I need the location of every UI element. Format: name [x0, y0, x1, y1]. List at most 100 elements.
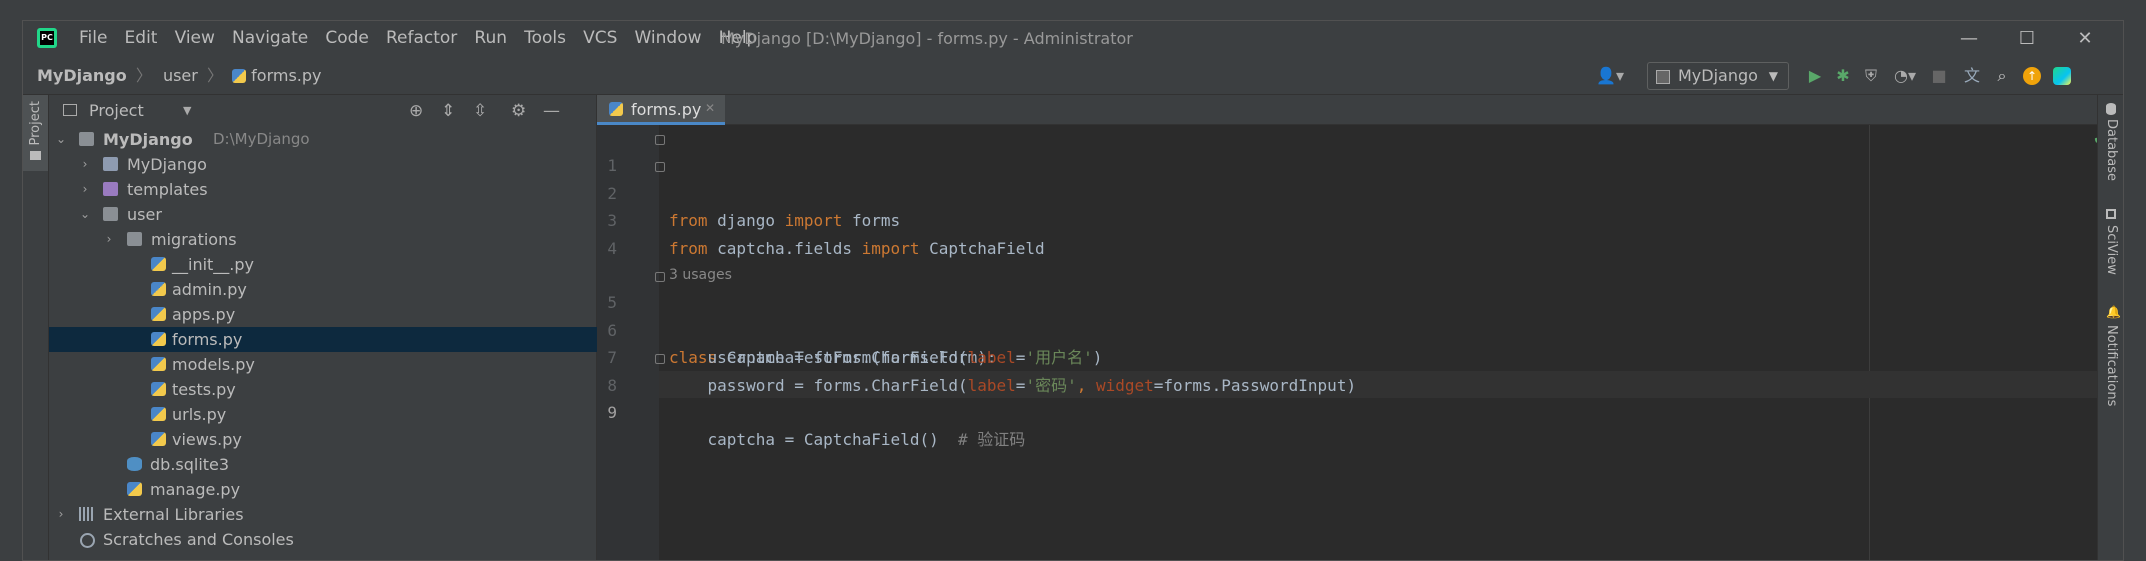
library-icon: [79, 507, 94, 521]
python-file-icon: [232, 69, 247, 83]
database-tool-tab[interactable]: Database: [2104, 119, 2119, 181]
minimize-button[interactable]: —: [1940, 21, 1998, 57]
tree-item[interactable]: db.sqlite3: [49, 452, 597, 477]
python-file-icon: [151, 407, 166, 421]
tree-item[interactable]: ⌄ user: [49, 202, 597, 227]
tree-item[interactable]: tests.py: [49, 377, 597, 402]
project-view-icon: [63, 104, 77, 116]
tree-item[interactable]: › MyDjango: [49, 152, 597, 177]
tree-item[interactable]: __init__.py: [49, 252, 597, 277]
project-tree: ⌄ MyDjango D:\MyDjango › MyDjango › temp…: [49, 127, 597, 560]
chevron-down-icon[interactable]: ▼: [183, 95, 191, 127]
user-icon[interactable]: 👤▾: [1591, 57, 1629, 95]
code-editor[interactable]: ✔ 1 from django import forms 2 from capt…: [597, 125, 2113, 560]
menu-run[interactable]: Run: [474, 28, 507, 48]
menu-file[interactable]: File: [79, 28, 107, 48]
profile-icon[interactable]: ◔▾: [1885, 57, 1925, 95]
ide-window: PC File Edit View Navigate Code Refactor…: [22, 20, 2124, 561]
hide-icon[interactable]: —: [543, 95, 560, 127]
project-tool-tab[interactable]: Project: [23, 95, 48, 171]
right-tool-stripe-tabs: Database SciView 🔔 Notifications: [2097, 95, 2123, 560]
menu-refactor[interactable]: Refactor: [386, 28, 457, 48]
inlay-hint[interactable]: 3 usages: [597, 235, 2113, 283]
debug-icon[interactable]: ✱: [1829, 57, 1857, 95]
tree-item[interactable]: manage.py: [49, 477, 597, 502]
sciview-tool-tab[interactable]: SciView: [2104, 225, 2119, 275]
code-line-current: 9: [607, 403, 617, 422]
menu-navigate[interactable]: Navigate: [232, 28, 308, 48]
collapse-all-icon[interactable]: ⇳: [473, 95, 487, 127]
tree-item[interactable]: urls.py: [49, 402, 597, 427]
run-config-selector[interactable]: MyDjango ▼: [1647, 62, 1789, 90]
chevron-right-icon[interactable]: ›: [79, 152, 91, 177]
translate-icon[interactable]: 文: [1957, 57, 1987, 95]
maximize-button[interactable]: ☐: [1998, 21, 2056, 57]
main-menu: File Edit View Navigate Code Refactor Ru…: [79, 28, 769, 48]
python-file-icon: [151, 357, 166, 371]
python-file-icon: [151, 282, 166, 296]
sciview-icon: [2106, 209, 2116, 219]
window-title: MyDjango [D:\MyDjango] - forms.py - Admi…: [721, 29, 1133, 48]
python-file-icon: [151, 382, 166, 396]
gear-icon[interactable]: ⚙: [511, 95, 526, 127]
code-line: 4: [607, 238, 617, 258]
tree-item[interactable]: Scratches and Consoles: [49, 527, 597, 552]
database-icon: [127, 457, 142, 471]
tree-item[interactable]: apps.py: [49, 302, 597, 327]
fold-icon[interactable]: [655, 135, 665, 145]
editor-tab-bar: forms.py ✕ ⋮: [597, 95, 2113, 125]
logo-icon[interactable]: [2053, 67, 2071, 85]
close-button[interactable]: ✕: [2056, 21, 2114, 57]
project-panel: Project ▼ ⊕ ⇕ ⇳ ⚙ — ⌄ MyDjango D:\MyDjan…: [49, 95, 597, 560]
menu-edit[interactable]: Edit: [125, 28, 158, 48]
folder-icon: [127, 232, 142, 246]
coverage-icon[interactable]: ⛨: [1857, 57, 1885, 95]
python-file-icon: [151, 432, 166, 446]
run-icon[interactable]: ▶: [1801, 57, 1829, 95]
menu-window[interactable]: Window: [634, 28, 701, 48]
update-icon[interactable]: ↑: [2023, 67, 2041, 85]
expand-all-icon[interactable]: ⇕: [441, 95, 455, 127]
menu-vcs[interactable]: VCS: [583, 28, 617, 48]
tab-forms-py[interactable]: forms.py ✕: [597, 95, 725, 125]
chevron-right-icon[interactable]: ›: [79, 177, 91, 202]
chevron-down-icon[interactable]: ⌄: [55, 127, 67, 152]
folder-icon: [103, 207, 118, 221]
fold-icon[interactable]: [655, 354, 665, 365]
database-icon: [2106, 103, 2116, 115]
stop-icon[interactable]: ■: [1925, 57, 1953, 95]
project-panel-title[interactable]: Project: [89, 95, 144, 127]
chevron-right-icon[interactable]: ›: [55, 502, 67, 527]
breadcrumb-folder[interactable]: user: [163, 66, 198, 85]
tree-item-selected[interactable]: forms.py: [49, 327, 597, 352]
close-icon[interactable]: ✕: [705, 101, 715, 115]
breadcrumb-file[interactable]: forms.py: [251, 66, 321, 85]
bell-icon: 🔔: [2106, 305, 2121, 319]
code-line: 7 password = forms.CharField(label='密码',…: [607, 348, 1357, 395]
tree-item[interactable]: › migrations: [49, 227, 597, 252]
notifications-tool-tab[interactable]: Notifications: [2104, 325, 2119, 406]
django-icon: [1656, 70, 1670, 84]
menu-view[interactable]: View: [175, 28, 215, 48]
tree-item[interactable]: › External Libraries: [49, 502, 597, 527]
python-file-icon: [151, 307, 166, 321]
scratches-icon: [80, 533, 95, 548]
tree-item[interactable]: ⌄ MyDjango D:\MyDjango: [49, 127, 597, 152]
tree-item[interactable]: views.py: [49, 427, 597, 452]
fold-icon[interactable]: [655, 162, 665, 173]
menu-tools[interactable]: Tools: [524, 28, 566, 48]
locate-icon[interactable]: ⊕: [409, 95, 423, 127]
python-file-icon: [127, 482, 142, 496]
tree-item[interactable]: admin.py: [49, 277, 597, 302]
fold-icon[interactable]: [655, 272, 665, 282]
folder-icon: [103, 182, 118, 196]
chevron-down-icon[interactable]: ⌄: [79, 202, 91, 227]
code-line: 2 from captcha.fields import CaptchaFiel…: [597, 152, 2113, 258]
breadcrumb-project[interactable]: MyDjango: [37, 66, 127, 85]
menu-code[interactable]: Code: [325, 28, 369, 48]
search-icon[interactable]: ⌕: [1987, 57, 2017, 95]
tree-item[interactable]: › templates: [49, 177, 597, 202]
chevron-right-icon[interactable]: ›: [103, 227, 115, 252]
tree-item[interactable]: models.py: [49, 352, 597, 377]
breadcrumb-separator-icon: 〉: [206, 66, 223, 85]
